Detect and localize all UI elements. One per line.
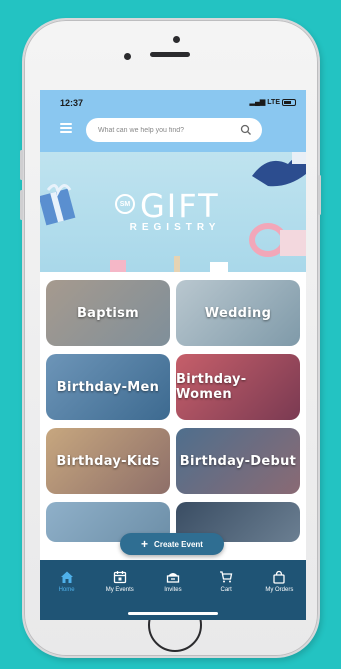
status-indicators: ▂▄▆ LTE <box>250 98 296 106</box>
banner-subtitle: REGISTRY <box>129 222 221 233</box>
home-icon <box>60 571 73 583</box>
battery-icon <box>282 98 296 106</box>
gift-registry-banner[interactable]: SM GIFT REGISTRY <box>40 152 306 272</box>
app-screen: 12:37 ▂▄▆ LTE What can we help you find?… <box>40 90 306 620</box>
menu-icon[interactable] <box>60 123 72 133</box>
gift-boxes-illustration <box>110 256 228 272</box>
calendar-icon <box>113 571 126 584</box>
nav-home[interactable]: Home <box>41 570 93 593</box>
nav-label: Invites <box>164 587 182 593</box>
nav-my-events[interactable]: My Events <box>94 570 146 593</box>
front-camera <box>173 36 180 43</box>
category-tile-baptism[interactable]: Baptism <box>46 280 170 346</box>
status-time: 12:37 <box>60 98 84 108</box>
category-label: Birthday-Kids <box>56 453 160 469</box>
sensor <box>124 53 131 60</box>
gift-box-illustration <box>40 184 76 226</box>
nav-label: Home <box>58 587 75 593</box>
create-event-label: Create Event <box>154 539 203 549</box>
power-button <box>318 175 321 215</box>
pink-ribbon-illustration <box>249 223 306 257</box>
nav-invites[interactable]: Invites <box>147 570 199 593</box>
invites-icon <box>166 573 180 583</box>
volume-button <box>20 150 23 180</box>
category-label: Baptism <box>76 305 140 321</box>
speaker-grille <box>150 52 190 57</box>
bag-icon <box>273 570 285 584</box>
nav-label: My Orders <box>265 587 294 593</box>
app-header: 12:37 ▂▄▆ LTE <box>40 90 306 152</box>
search-input[interactable] <box>86 118 262 142</box>
cart-icon <box>220 571 233 583</box>
category-label: Birthday-Women <box>176 372 247 402</box>
nav-label: My Events <box>105 587 134 593</box>
home-indicator <box>128 612 218 615</box>
category-tile-wedding[interactable]: Wedding <box>176 280 300 346</box>
volume-button <box>20 190 23 220</box>
category-label: Birthday-Men <box>56 379 160 395</box>
banner-title: GIFT <box>140 187 220 225</box>
network-label: LTE <box>267 98 280 106</box>
category-tile-birthday-men[interactable]: Birthday-Men <box>46 354 170 420</box>
create-event-button[interactable]: + Create Event <box>120 533 224 555</box>
category-tile-birthday-debut[interactable]: Birthday-Debut <box>176 428 300 494</box>
ribbon-illustration <box>252 152 306 187</box>
category-tile-birthday-kids[interactable]: Birthday-Kids <box>46 428 170 494</box>
category-label: Birthday-Debut <box>179 453 297 469</box>
nav-my-orders[interactable]: My Orders <box>253 570 305 593</box>
search-icon[interactable] <box>240 124 252 136</box>
signal-icon: ▂▄▆ <box>249 99 266 106</box>
nav-label: Cart <box>220 587 232 593</box>
category-tile-birthday-women[interactable]: Birthday-Women <box>176 354 300 420</box>
category-label: Wedding <box>204 305 272 321</box>
brand-logo: SM <box>115 194 135 214</box>
bottom-navigation: Home My Events Invites Cart My Orders <box>40 560 306 620</box>
plus-icon: + <box>141 537 149 551</box>
nav-cart[interactable]: Cart <box>200 570 252 593</box>
